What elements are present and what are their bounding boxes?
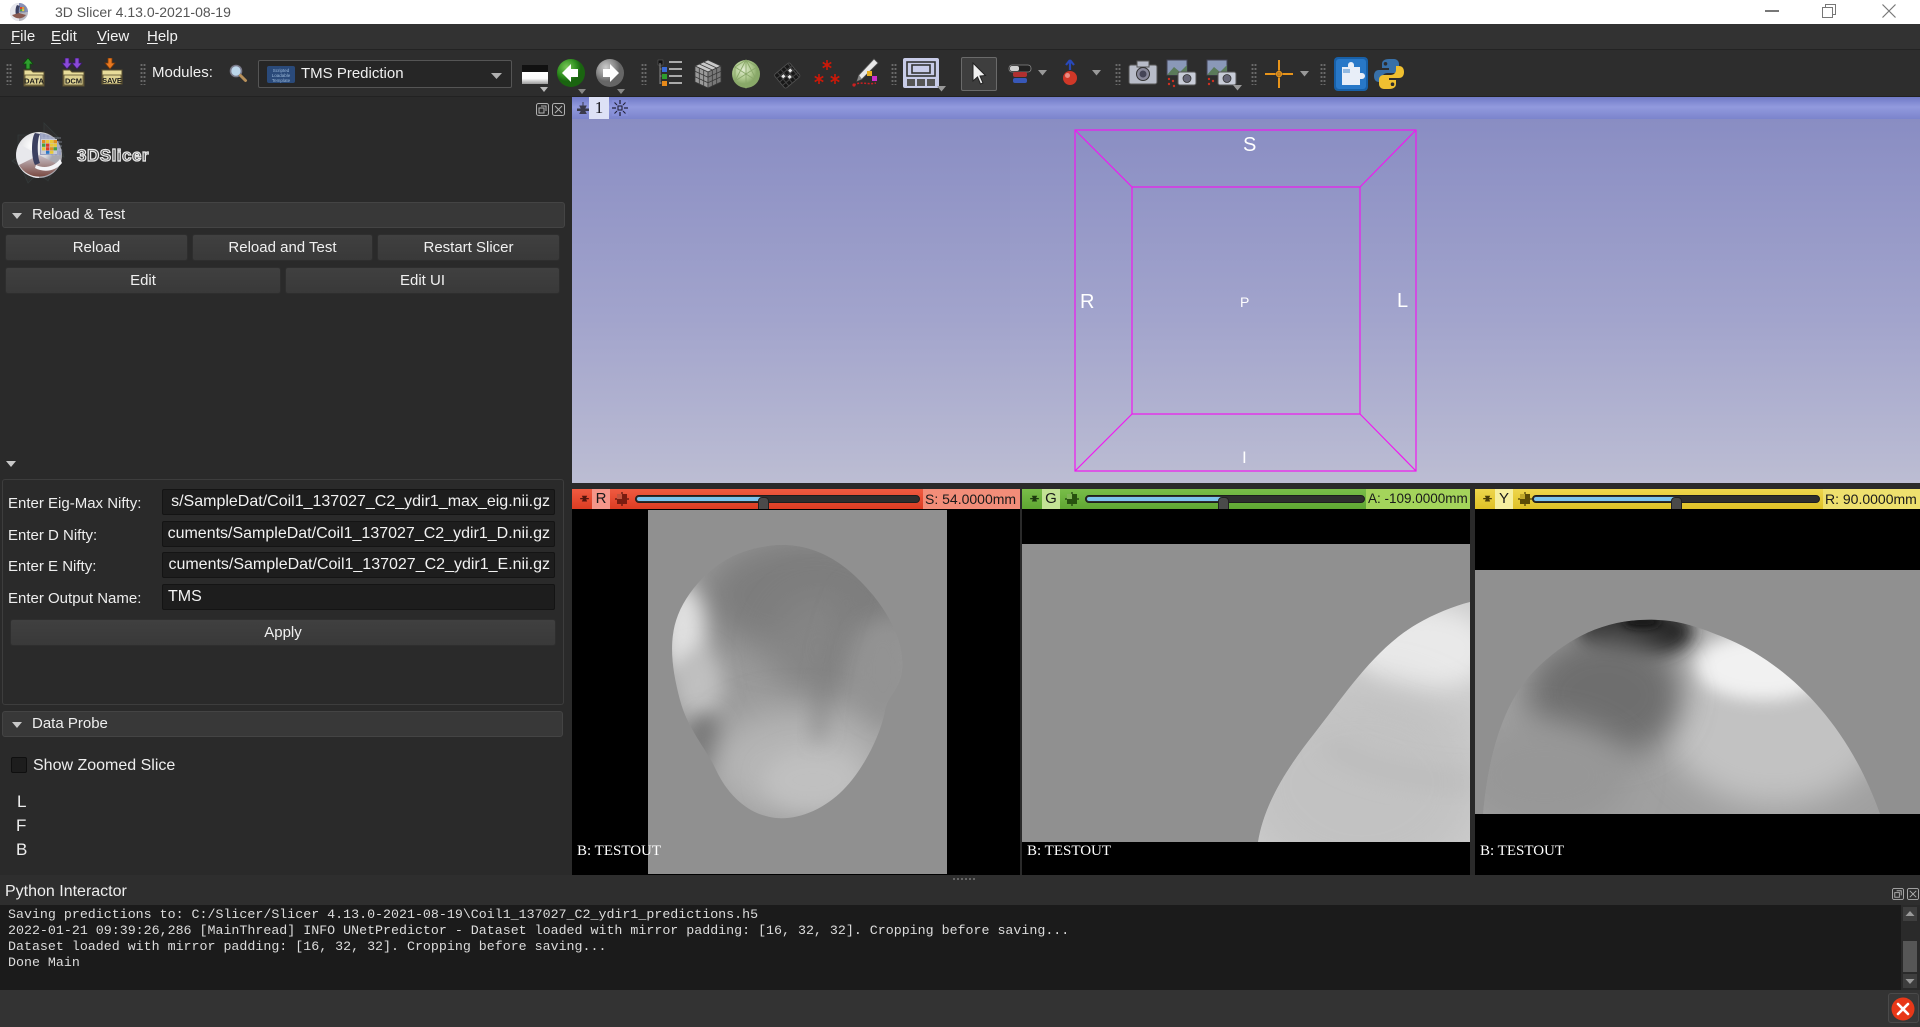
- svg-text:P: P: [1240, 294, 1249, 310]
- svg-text:SAVE: SAVE: [102, 76, 122, 85]
- svg-text:L: L: [1397, 290, 1408, 312]
- svg-text:I: I: [1242, 448, 1247, 467]
- svg-text:S: S: [1243, 134, 1256, 156]
- svg-text:R: R: [1080, 291, 1094, 313]
- svg-text:DCM: DCM: [65, 77, 82, 86]
- svg-text:Template: Template: [272, 78, 291, 83]
- svg-text:DATA: DATA: [24, 77, 44, 86]
